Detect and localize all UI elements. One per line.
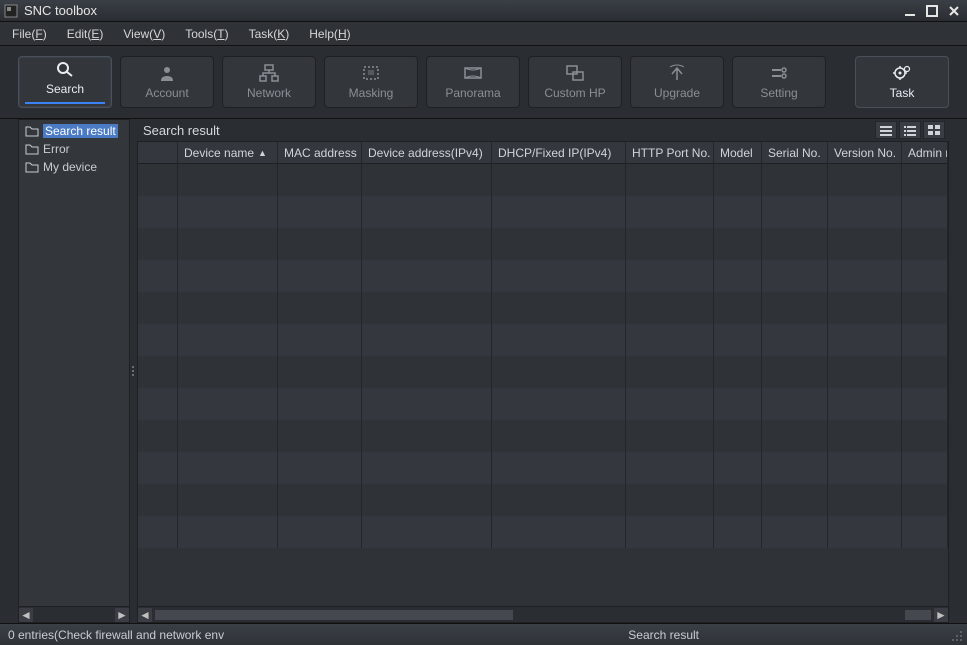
table-row [138, 260, 948, 292]
window-title: SNC toolbox [24, 3, 901, 18]
table: Device name MAC address Device address(I… [137, 141, 949, 623]
tree-item-label: Search result [43, 124, 118, 138]
scroll-left-icon[interactable]: ◄ [138, 608, 152, 622]
task-icon [892, 64, 912, 82]
search-icon [55, 60, 75, 78]
main-title: Search result [143, 123, 875, 138]
table-row [138, 356, 948, 388]
sidebar-hscroll[interactable]: ◄ ► [19, 606, 129, 622]
statusbar: 0 entries(Check firewall and network env… [0, 623, 967, 645]
menu-file[interactable]: File(F) [8, 25, 51, 43]
customhp-icon [565, 64, 585, 82]
resize-grip-icon[interactable] [951, 630, 963, 642]
scroll-right-icon[interactable]: ► [115, 608, 129, 622]
toolbar-customhp-label: Custom HP [544, 86, 605, 100]
tree-item-label: Error [43, 142, 70, 156]
upgrade-icon [667, 64, 687, 82]
col-version[interactable]: Version No. [828, 142, 902, 163]
toolbar-panorama[interactable]: Panorama [426, 56, 520, 108]
table-row [138, 196, 948, 228]
toolbar-customhp[interactable]: Custom HP [528, 56, 622, 108]
panorama-icon [463, 64, 483, 82]
toolbar-setting[interactable]: Setting [732, 56, 826, 108]
col-ipv4[interactable]: Device address(IPv4) [362, 142, 492, 163]
toolbar-task-label: Task [890, 86, 915, 100]
col-model[interactable]: Model [714, 142, 762, 163]
table-row [138, 388, 948, 420]
menu-edit[interactable]: Edit(E) [63, 25, 108, 43]
table-row [138, 228, 948, 260]
col-port[interactable]: HTTP Port No. [626, 142, 714, 163]
app-icon [4, 4, 18, 18]
table-body [138, 164, 948, 606]
toolbar-upgrade[interactable]: Upgrade [630, 56, 724, 108]
main-panel: Search result Device name MAC address De… [137, 119, 949, 623]
table-row [138, 324, 948, 356]
tree-item-search-result[interactable]: Search result [19, 122, 129, 140]
tree-item-label: My device [43, 160, 97, 174]
toolbar-panorama-label: Panorama [445, 86, 500, 100]
menubar: File(F) Edit(E) View(V) Tools(T) Task(K)… [0, 22, 967, 46]
status-right: Search result [628, 628, 959, 642]
close-button[interactable] [945, 3, 963, 19]
table-row [138, 420, 948, 452]
account-icon [157, 64, 177, 82]
col-mac[interactable]: MAC address [278, 142, 362, 163]
folder-icon [25, 161, 39, 173]
toolbar-masking[interactable]: Masking [324, 56, 418, 108]
menu-view[interactable]: View(V) [119, 25, 169, 43]
toolbar-task[interactable]: Task [855, 56, 949, 108]
tree-item-my-device[interactable]: My device [19, 158, 129, 176]
network-icon [259, 64, 279, 82]
toolbar-search[interactable]: Search [18, 56, 112, 108]
toolbar-network[interactable]: Network [222, 56, 316, 108]
status-left: 0 entries(Check firewall and network env [8, 628, 628, 642]
table-row [138, 516, 948, 548]
menu-task[interactable]: Task(K) [245, 25, 294, 43]
view-large-button[interactable] [875, 121, 897, 139]
toolbar-network-label: Network [247, 86, 291, 100]
folder-icon [25, 125, 39, 137]
toolbar-search-label: Search [46, 82, 84, 96]
view-list-button[interactable] [899, 121, 921, 139]
col-admin[interactable]: Admin na [902, 142, 948, 163]
scroll-left-icon[interactable]: ◄ [19, 608, 33, 622]
table-row [138, 484, 948, 516]
col-device-name[interactable]: Device name [178, 142, 278, 163]
toolbar-setting-label: Setting [760, 86, 797, 100]
scroll-right-icon[interactable]: ► [934, 608, 948, 622]
tree-item-error[interactable]: Error [19, 140, 129, 158]
setting-icon [769, 64, 789, 82]
view-grid-button[interactable] [923, 121, 945, 139]
col-dhcp[interactable]: DHCP/Fixed IP(IPv4) [492, 142, 626, 163]
maximize-button[interactable] [923, 3, 941, 19]
sidebar: Search result Error My device ◄ ► [18, 119, 130, 623]
tree: Search result Error My device [19, 120, 129, 606]
menu-tools[interactable]: Tools(T) [181, 25, 232, 43]
menu-help[interactable]: Help(H) [305, 25, 354, 43]
main-hscroll[interactable]: ◄ ► [138, 606, 948, 622]
toolbar-masking-label: Masking [349, 86, 394, 100]
toolbar-account[interactable]: Account [120, 56, 214, 108]
toolbar-account-label: Account [145, 86, 188, 100]
table-row [138, 292, 948, 324]
content: Search result Error My device ◄ ► Search… [0, 119, 967, 623]
titlebar: SNC toolbox [0, 0, 967, 22]
col-serial[interactable]: Serial No. [762, 142, 828, 163]
splitter-handle[interactable] [130, 119, 135, 623]
scroll-thumb[interactable] [154, 609, 514, 621]
toolbar: Search Account Network Masking Panorama … [0, 46, 967, 119]
toolbar-upgrade-label: Upgrade [654, 86, 700, 100]
scroll-thumb-end[interactable] [904, 609, 932, 621]
table-header: Device name MAC address Device address(I… [138, 142, 948, 164]
masking-icon [361, 64, 381, 82]
col-blank[interactable] [138, 142, 178, 163]
table-row [138, 164, 948, 196]
folder-icon [25, 143, 39, 155]
table-row [138, 452, 948, 484]
minimize-button[interactable] [901, 3, 919, 19]
